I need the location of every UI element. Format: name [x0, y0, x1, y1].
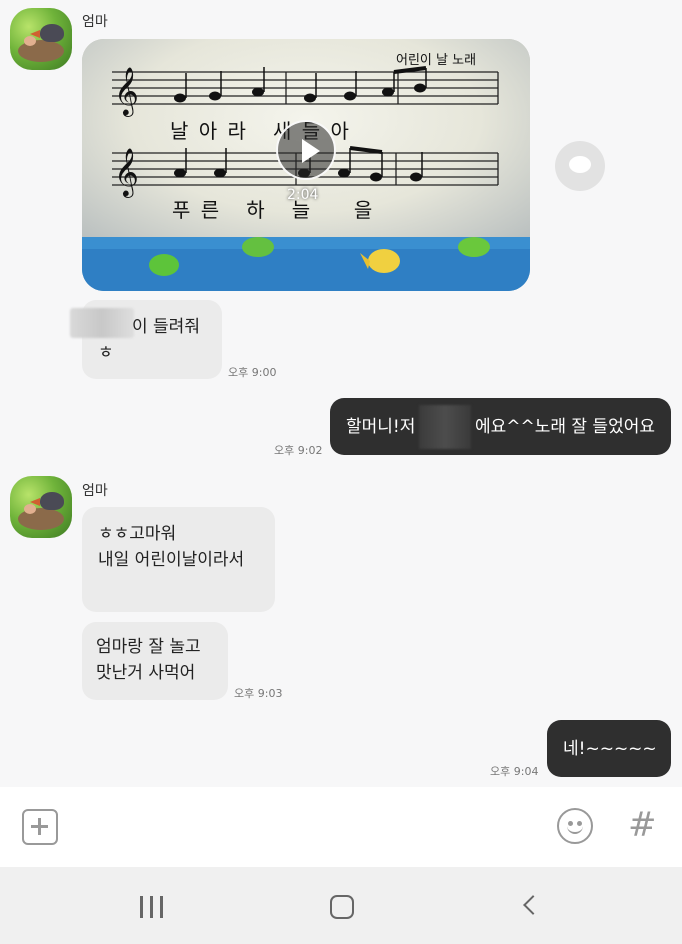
- play-button[interactable]: [276, 120, 336, 180]
- message-text: 에요^^노래 잘 들었어요: [474, 416, 655, 437]
- redacted-name: [70, 308, 134, 338]
- message-time: 오후 9:03: [234, 687, 283, 700]
- message-time: 오후 9:02: [274, 444, 323, 457]
- play-icon: [302, 139, 320, 163]
- message-bubble-outgoing[interactable]: 할머니!저 에요^^노래 잘 들었어요: [330, 398, 671, 455]
- back-icon[interactable]: [523, 895, 543, 915]
- sender-name: 엄마: [82, 14, 108, 30]
- message-text: 이 들려줘: [132, 317, 200, 337]
- sender-avatar[interactable]: [10, 476, 72, 538]
- recent-apps-icon[interactable]: [140, 896, 164, 918]
- input-bar: #: [0, 787, 682, 867]
- plus-square-icon[interactable]: [22, 809, 58, 845]
- smiley-icon[interactable]: [557, 808, 593, 844]
- message-text: 할머니!저: [346, 416, 416, 437]
- share-button[interactable]: [555, 141, 605, 191]
- message-bubble-outgoing[interactable]: 네!~~~~~: [547, 720, 671, 777]
- message-time: 오후 9:04: [490, 765, 539, 778]
- redacted-name: [419, 404, 471, 449]
- hashtag-icon[interactable]: #: [628, 805, 657, 845]
- message-bubble-incoming[interactable]: 엄마랑 잘 놀고 맛난거 사먹어: [82, 622, 228, 700]
- message-text-line2: ㅎ: [98, 343, 114, 363]
- chat-area[interactable]: 엄마 𝄞 𝄞 어린이 날 노래 날 아 라 새 들 아 푸 른 하 늘 을 2:…: [0, 0, 682, 787]
- share-chat-icon: [569, 156, 591, 173]
- sender-name: 엄마: [82, 483, 108, 499]
- message-bubble-incoming[interactable]: 이 들려줘 ㅎ: [70, 300, 222, 379]
- message-time: 오후 9:00: [228, 366, 277, 379]
- message-text: 네!~~~~~: [563, 738, 657, 759]
- system-nav-bar: [0, 867, 682, 944]
- home-icon[interactable]: [330, 895, 354, 919]
- video-duration: 2:04: [287, 187, 319, 203]
- sender-avatar[interactable]: [10, 8, 72, 70]
- video-message[interactable]: 𝄞 𝄞 어린이 날 노래 날 아 라 새 들 아 푸 른 하 늘 을 2:04: [82, 39, 530, 291]
- message-bubble-incoming[interactable]: ㅎㅎ고마워 내일 어린이날이라서: [82, 507, 275, 612]
